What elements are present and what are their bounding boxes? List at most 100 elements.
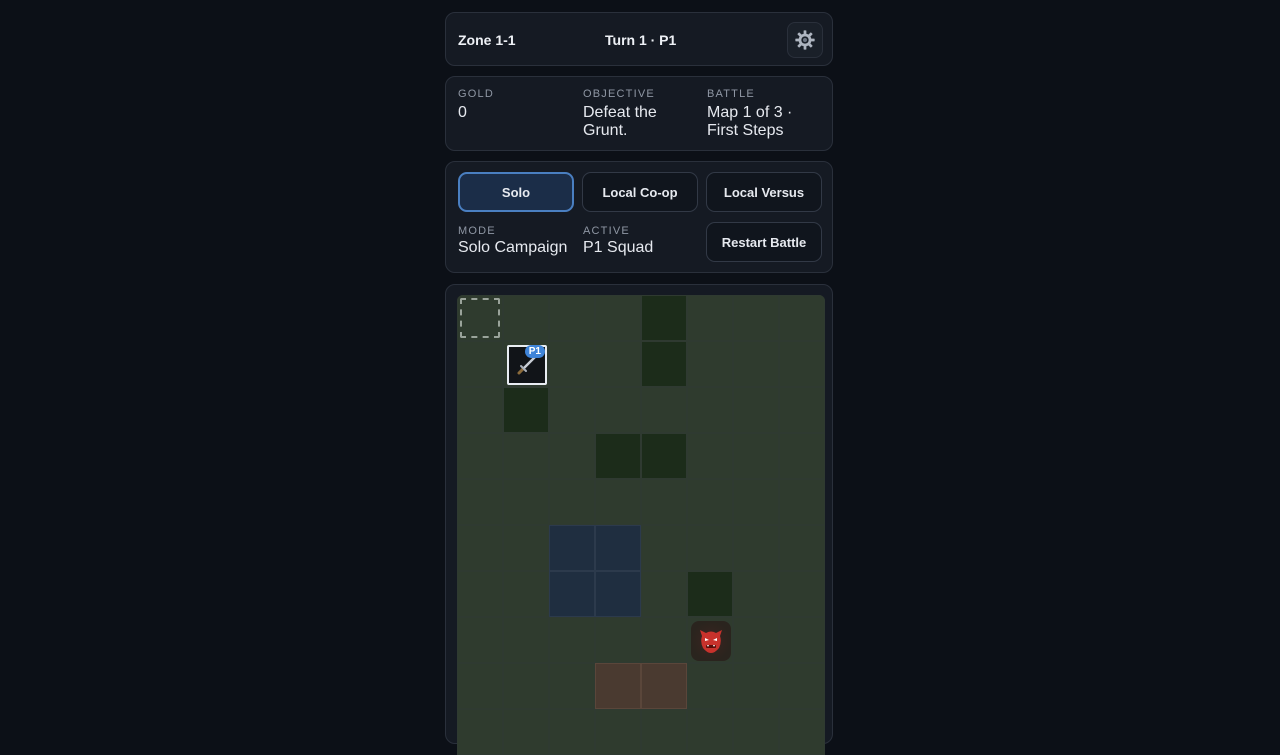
restart-battle-button[interactable]: Restart Battle <box>706 222 822 262</box>
grass-tile[interactable] <box>549 663 595 709</box>
forest-tile[interactable] <box>641 295 687 341</box>
grass-tile[interactable] <box>457 617 503 663</box>
grass-tile[interactable] <box>549 433 595 479</box>
grass-tile[interactable] <box>457 709 503 755</box>
gear-icon <box>795 30 815 50</box>
grass-tile[interactable] <box>595 341 641 387</box>
grass-tile[interactable] <box>733 617 779 663</box>
forest-tile[interactable] <box>503 387 549 433</box>
solo-mode-button[interactable]: Solo <box>458 172 574 212</box>
grass-tile[interactable] <box>641 709 687 755</box>
battle-stat: BATTLE Map 1 of 3 · First Steps <box>707 88 827 140</box>
grass-tile[interactable] <box>503 479 549 525</box>
grass-tile[interactable] <box>733 341 779 387</box>
grass-tile[interactable] <box>733 387 779 433</box>
grass-tile[interactable] <box>687 525 733 571</box>
active-stat: ACTIVE P1 Squad <box>583 225 703 257</box>
grass-tile[interactable] <box>779 663 825 709</box>
grass-tile[interactable] <box>457 525 503 571</box>
grass-tile[interactable] <box>779 709 825 755</box>
grass-tile[interactable] <box>503 295 549 341</box>
grass-tile[interactable] <box>779 295 825 341</box>
grass-tile[interactable]: P1 <box>503 341 549 387</box>
grass-tile[interactable] <box>641 571 687 617</box>
hill-tile[interactable] <box>641 663 687 709</box>
grass-tile[interactable] <box>503 709 549 755</box>
grass-tile[interactable] <box>595 617 641 663</box>
grass-tile[interactable] <box>549 709 595 755</box>
grass-tile[interactable] <box>733 709 779 755</box>
forest-tile[interactable] <box>641 433 687 479</box>
grass-tile[interactable] <box>549 295 595 341</box>
grass-tile[interactable] <box>687 479 733 525</box>
grass-tile[interactable] <box>733 433 779 479</box>
grass-tile[interactable] <box>641 387 687 433</box>
grass-tile[interactable] <box>457 663 503 709</box>
settings-button[interactable] <box>787 22 823 58</box>
grass-tile[interactable] <box>687 709 733 755</box>
grass-tile[interactable] <box>503 617 549 663</box>
forest-tile[interactable] <box>687 571 733 617</box>
local-versus-mode-button[interactable]: Local Versus <box>706 172 822 212</box>
grass-tile[interactable] <box>687 617 733 663</box>
grass-tile[interactable] <box>457 479 503 525</box>
grass-tile[interactable] <box>641 525 687 571</box>
water-tile[interactable] <box>595 571 641 617</box>
grass-tile[interactable] <box>457 571 503 617</box>
grass-tile[interactable] <box>733 295 779 341</box>
grass-tile[interactable] <box>733 525 779 571</box>
hill-tile[interactable] <box>595 663 641 709</box>
grass-tile[interactable] <box>503 571 549 617</box>
grass-tile[interactable] <box>687 295 733 341</box>
forest-tile[interactable] <box>641 341 687 387</box>
grass-tile[interactable] <box>779 479 825 525</box>
grass-tile[interactable] <box>641 479 687 525</box>
grass-tile[interactable] <box>595 387 641 433</box>
water-tile[interactable] <box>549 571 595 617</box>
mode-stat: MODE Solo Campaign <box>458 225 582 257</box>
mode-value: Solo Campaign <box>458 239 568 256</box>
grass-tile[interactable] <box>503 433 549 479</box>
grass-tile[interactable] <box>779 341 825 387</box>
enemy-unit[interactable] <box>691 621 731 661</box>
grass-tile[interactable] <box>641 617 687 663</box>
top-bar: Zone 1-1 Turn 1 · P1 <box>445 12 833 66</box>
grass-tile[interactable] <box>549 479 595 525</box>
unit-owner-badge: P1 <box>524 345 545 358</box>
grass-tile[interactable] <box>687 433 733 479</box>
grass-tile[interactable] <box>457 341 503 387</box>
battle-grid[interactable]: P1 <box>457 295 825 755</box>
grass-tile[interactable] <box>457 387 503 433</box>
grass-tile[interactable] <box>687 341 733 387</box>
forest-tile[interactable] <box>595 433 641 479</box>
grass-tile[interactable] <box>595 709 641 755</box>
gold-value: 0 <box>458 104 467 121</box>
grass-tile[interactable] <box>779 617 825 663</box>
selected-tile[interactable] <box>457 295 503 341</box>
grass-tile[interactable] <box>687 387 733 433</box>
demon-mask-icon <box>700 630 722 653</box>
grass-tile[interactable] <box>595 479 641 525</box>
grass-tile[interactable] <box>779 525 825 571</box>
gold-label: GOLD <box>458 88 494 100</box>
local-coop-mode-button[interactable]: Local Co-op <box>582 172 698 212</box>
grass-tile[interactable] <box>687 663 733 709</box>
grass-tile[interactable] <box>779 387 825 433</box>
grass-tile[interactable] <box>457 433 503 479</box>
grass-tile[interactable] <box>733 571 779 617</box>
grass-tile[interactable] <box>779 571 825 617</box>
grass-tile[interactable] <box>733 479 779 525</box>
grass-tile[interactable] <box>503 663 549 709</box>
zone-title: Zone 1-1 <box>458 32 516 48</box>
player-unit[interactable]: P1 <box>507 345 547 385</box>
grass-tile[interactable] <box>595 295 641 341</box>
water-tile[interactable] <box>595 525 641 571</box>
water-tile[interactable] <box>549 525 595 571</box>
grass-tile[interactable] <box>549 617 595 663</box>
objective-value: Defeat the Grunt. <box>583 104 657 139</box>
grass-tile[interactable] <box>779 433 825 479</box>
grass-tile[interactable] <box>733 663 779 709</box>
grass-tile[interactable] <box>503 525 549 571</box>
grass-tile[interactable] <box>549 341 595 387</box>
grass-tile[interactable] <box>549 387 595 433</box>
